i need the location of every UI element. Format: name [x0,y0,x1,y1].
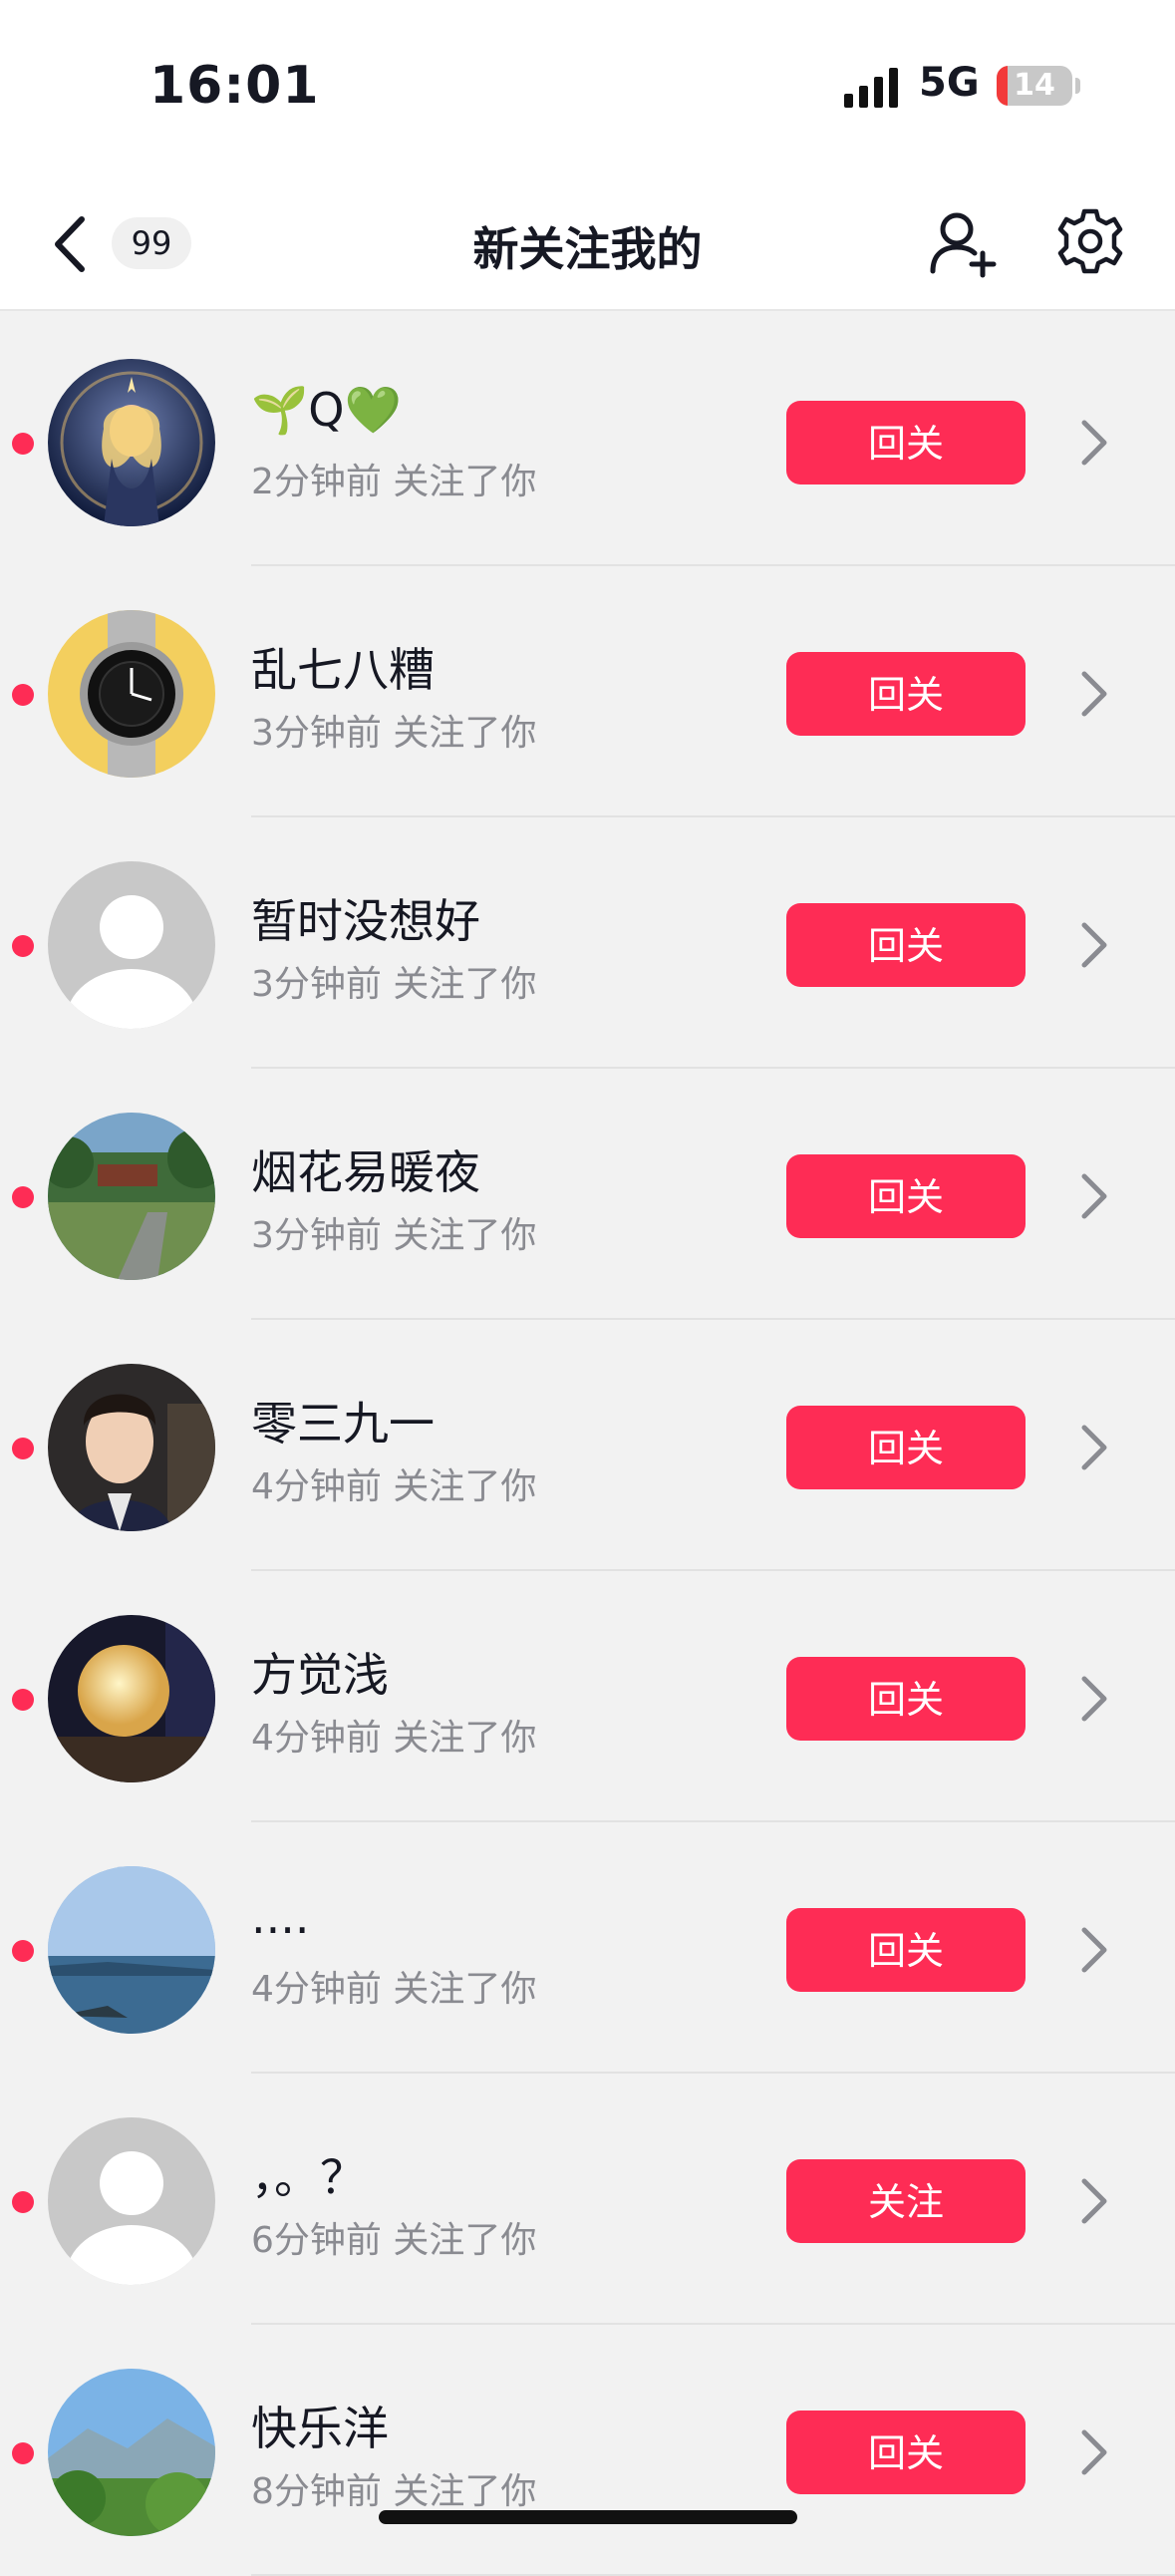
chevron-right-icon[interactable] [1076,2424,1112,2480]
unread-dot [12,1689,34,1711]
follow-time: 4分钟前 关注了你 [251,1718,537,1759]
follower-name: 零三九一 [251,1397,435,1450]
battery-icon: 14 [997,66,1072,106]
unread-dot [12,1438,34,1459]
follow-back-button[interactable]: 回关 [786,1657,1026,1741]
follower-name: 快乐洋 [251,2402,389,2455]
battery-percent: 14 [1014,68,1055,103]
avatar[interactable] [48,2117,215,2285]
follow-time: 6分钟前 关注了你 [251,2220,537,2261]
unread-dot [12,433,34,455]
follow-time: 2分钟前 关注了你 [251,462,537,502]
signal-icon [844,68,898,108]
add-friend-icon[interactable] [927,207,999,279]
network-type: 5G [919,60,980,106]
unread-dot [12,2442,34,2464]
follow-back-button[interactable]: 回关 [786,2411,1026,2494]
chevron-right-icon[interactable] [1076,666,1112,722]
home-indicator[interactable] [379,2510,797,2524]
chevron-right-icon[interactable] [1076,1671,1112,1727]
status-bar: 16:01 5G 14 [0,0,1175,169]
unread-dot [12,1186,34,1208]
avatar[interactable] [48,610,215,778]
avatar[interactable] [48,1866,215,2034]
chevron-right-icon[interactable] [1076,917,1112,973]
avatar[interactable] [48,1113,215,1280]
status-time: 16:01 [149,56,320,116]
chevron-right-icon[interactable] [1076,415,1112,471]
follow-time: 3分钟前 关注了你 [251,964,537,1005]
chevron-right-icon[interactable] [1076,1420,1112,1475]
new-followers-list: 🌱Q💚 2分钟前 关注了你 回关 乱七八糟 3分钟前 关注了你 回关 暂时没想好 3分钟前 关… [0,315,1175,2576]
unread-dot [12,684,34,706]
follow-time: 4分钟前 关注了你 [251,1969,537,2010]
follow-back-button[interactable]: 回关 [786,903,1026,987]
avatar[interactable] [48,2369,215,2536]
follower-name: ，。？ [251,2150,366,2204]
follower-row[interactable]: 烟花易暖夜 3分钟前 关注了你 回关 [0,1069,1175,1320]
follow-back-button[interactable]: 回关 [786,1406,1026,1489]
follow-time: 8分钟前 关注了你 [251,2471,537,2512]
follow-back-button[interactable]: 回关 [786,652,1026,736]
unread-dot [12,1940,34,1962]
follower-name: .... [251,1890,310,1944]
unread-count-badge: 99 [112,217,191,269]
chevron-right-icon[interactable] [1076,2173,1112,2229]
follow-back-button[interactable]: 回关 [786,401,1026,484]
battery-tip [1075,78,1080,94]
follow-back-button[interactable]: 回关 [786,1908,1026,1992]
chevron-right-icon[interactable] [1076,1922,1112,1978]
nav-bar: 99 新关注我的 [0,169,1175,311]
follower-name: 🌱Q💚 [251,383,402,437]
settings-gear-icon[interactable] [1056,207,1124,275]
follower-name: 乱七八糟 [251,643,435,697]
follower-row[interactable]: 零三九一 4分钟前 关注了你 回关 [0,1320,1175,1571]
follower-name: 烟花易暖夜 [251,1145,480,1199]
follower-row[interactable]: 快乐洋 8分钟前 关注了你 回关 [0,2325,1175,2576]
follow-back-button[interactable]: 回关 [786,1154,1026,1238]
follow-time: 3分钟前 关注了你 [251,1215,537,1256]
avatar[interactable] [48,861,215,1029]
avatar[interactable] [48,1364,215,1531]
follower-row[interactable]: .... 4分钟前 关注了你 回关 [0,1822,1175,2074]
follower-row[interactable]: 🌱Q💚 2分钟前 关注了你 回关 [0,315,1175,566]
follower-row[interactable]: 方觉浅 4分钟前 关注了你 回关 [0,1571,1175,1822]
avatar[interactable] [48,1615,215,1782]
follower-name: 方觉浅 [251,1648,389,1702]
back-icon[interactable] [42,209,102,279]
follower-row[interactable]: ，。？ 6分钟前 关注了你 关注 [0,2074,1175,2325]
follow-time: 4分钟前 关注了你 [251,1466,537,1507]
follower-row[interactable]: 乱七八糟 3分钟前 关注了你 回关 [0,566,1175,817]
follower-name: 暂时没想好 [251,894,480,948]
follower-row[interactable]: 暂时没想好 3分钟前 关注了你 回关 [0,817,1175,1069]
unread-dot [12,2191,34,2213]
avatar[interactable] [48,359,215,526]
follow-time: 3分钟前 关注了你 [251,713,537,754]
unread-dot [12,935,34,957]
follow-back-button[interactable]: 关注 [786,2159,1026,2243]
chevron-right-icon[interactable] [1076,1168,1112,1224]
